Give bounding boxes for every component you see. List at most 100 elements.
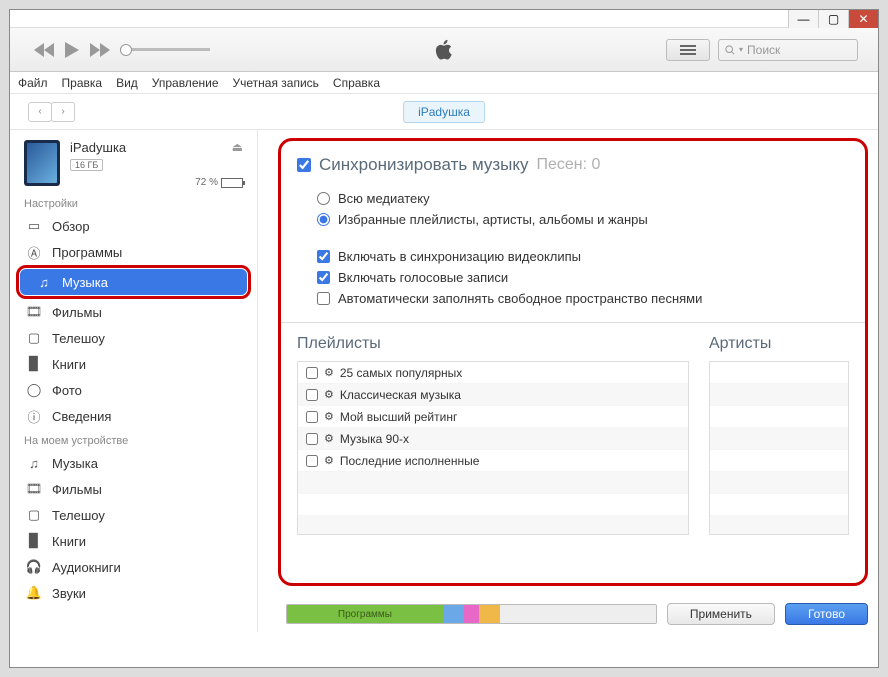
ondevice-books[interactable]: ▉Книги (10, 528, 257, 554)
sync-music-checkbox[interactable] (297, 158, 311, 172)
menu-account[interactable]: Учетная запись (233, 76, 319, 90)
chk-autofill-label: Автоматически заполнять свободное простр… (338, 291, 702, 306)
list-row-empty (710, 472, 848, 494)
playlist-item[interactable]: ⚙Музыка 90-х (298, 428, 688, 450)
playlist-checkbox[interactable] (306, 433, 318, 445)
tv-icon: ▢ (26, 507, 42, 523)
playlists-heading: Плейлисты (297, 335, 689, 353)
list-row-empty (710, 494, 848, 516)
ondevice-tv[interactable]: ▢Телешоу (10, 502, 257, 528)
capacity-segment (464, 605, 480, 623)
apple-logo-icon (434, 38, 454, 62)
capacity-segment (443, 605, 464, 623)
list-row-empty (710, 384, 848, 406)
apply-button[interactable]: Применить (667, 603, 775, 625)
playlist-item[interactable]: ⚙Последние исполненные (298, 450, 688, 472)
sidebar-item-photos[interactable]: ◯Фото (10, 377, 257, 403)
device-capacity: 16 ГБ (70, 159, 103, 171)
radio-all-library[interactable] (317, 192, 330, 205)
list-row-empty (710, 516, 848, 535)
list-row-empty (710, 406, 848, 428)
device-thumbnail-icon (24, 140, 60, 186)
sidebar-item-books[interactable]: ▉Книги (10, 351, 257, 377)
ondevice-music[interactable]: ♫Музыка (10, 450, 257, 476)
ondevice-movies[interactable]: 🎞Фильмы (10, 476, 257, 502)
chk-include-voice[interactable] (317, 271, 330, 284)
capacity-bar[interactable]: Программы (286, 604, 657, 624)
play-button[interactable] (58, 36, 86, 64)
sidebar-item-music[interactable]: ♫Музыка (20, 269, 247, 295)
nav-row: ‹ › iPadушка (10, 94, 878, 130)
sync-header: Синхронизировать музыку Песен: 0 (297, 155, 849, 175)
playlist-checkbox[interactable] (306, 389, 318, 401)
chevron-down-icon: ▾ (739, 45, 743, 54)
footer-bar: Программы Применить Готово (286, 601, 868, 627)
sidebar: iPadушка 16 ГБ ⏏ 72 % Настройки ▭Обзор Ⓐ… (10, 130, 258, 632)
radio-all-label: Всю медиатеку (338, 191, 430, 206)
photos-icon: ◯ (26, 382, 42, 398)
info-icon: ⓘ (26, 408, 42, 424)
chk-include-videos[interactable] (317, 250, 330, 263)
sidebar-item-movies[interactable]: 🎞Фильмы (10, 299, 257, 325)
music-icon: ♫ (36, 274, 52, 290)
playlist-item[interactable]: ⚙Мой высший рейтинг (298, 406, 688, 428)
menu-edit[interactable]: Правка (62, 76, 103, 90)
menubar: Файл Правка Вид Управление Учетная запис… (10, 72, 878, 94)
sidebar-item-tv[interactable]: ▢Телешоу (10, 325, 257, 351)
music-icon: ♫ (26, 455, 42, 471)
list-icon (680, 49, 696, 51)
movies-icon: 🎞 (26, 481, 42, 497)
list-row-empty (710, 450, 848, 472)
playlist-item[interactable]: ⚙25 самых популярных (298, 362, 688, 384)
section-settings: Настройки (10, 192, 257, 213)
radio-selected[interactable] (317, 213, 330, 226)
list-row-empty (710, 362, 848, 384)
chk-autofill[interactable] (317, 292, 330, 305)
menu-view[interactable]: Вид (116, 76, 138, 90)
section-ondevice: На моем устройстве (10, 429, 257, 450)
playlist-checkbox[interactable] (306, 411, 318, 423)
menu-file[interactable]: Файл (18, 76, 48, 90)
capacity-segment (479, 605, 500, 623)
ondevice-sounds[interactable]: 🔔Звуки (10, 580, 257, 606)
playlist-checkbox[interactable] (306, 455, 318, 467)
menu-controls[interactable]: Управление (152, 76, 219, 90)
chk-videos-label: Включать в синхронизацию видеоклипы (338, 249, 581, 264)
search-input[interactable]: ▾ Поиск (718, 39, 858, 61)
volume-slider[interactable] (120, 48, 210, 51)
sidebar-item-overview[interactable]: ▭Обзор (10, 213, 257, 239)
gear-icon: ⚙ (324, 454, 334, 467)
apps-icon: Ⓐ (26, 244, 42, 260)
divider (281, 322, 865, 323)
books-icon: ▉ (26, 356, 42, 372)
sidebar-item-info[interactable]: ⓘСведения (10, 403, 257, 429)
ondevice-audiobooks[interactable]: 🎧Аудиокниги (10, 554, 257, 580)
forward-button[interactable]: › (51, 102, 75, 122)
done-button[interactable]: Готово (785, 603, 868, 625)
artists-list (709, 361, 849, 535)
list-row-empty (710, 428, 848, 450)
close-button[interactable]: ✕ (848, 10, 878, 28)
device-header: iPadушка 16 ГБ ⏏ 72 % (10, 130, 257, 192)
back-button[interactable]: ‹ (28, 102, 52, 122)
main-body: iPadушка 16 ГБ ⏏ 72 % Настройки ▭Обзор Ⓐ… (10, 130, 878, 632)
maximize-button[interactable]: ▢ (818, 10, 848, 28)
list-row-empty (298, 516, 688, 535)
menu-help[interactable]: Справка (333, 76, 380, 90)
search-placeholder: Поиск (747, 43, 780, 57)
eject-button[interactable]: ⏏ (232, 140, 243, 154)
previous-button[interactable] (30, 36, 58, 64)
view-mode-button[interactable] (666, 39, 710, 61)
gear-icon: ⚙ (324, 388, 334, 401)
sync-panel: Синхронизировать музыку Песен: 0 Всю мед… (278, 138, 868, 586)
next-button[interactable] (86, 36, 114, 64)
playlist-item[interactable]: ⚙Классическая музыка (298, 384, 688, 406)
minimize-button[interactable]: — (788, 10, 818, 28)
artists-heading: Артисты (709, 335, 849, 353)
gear-icon: ⚙ (324, 410, 334, 423)
gear-icon: ⚙ (324, 366, 334, 379)
device-battery: 72 % (195, 177, 243, 188)
playlist-checkbox[interactable] (306, 367, 318, 379)
sidebar-item-apps[interactable]: ⒶПрограммы (10, 239, 257, 265)
device-pill[interactable]: iPadушка (403, 101, 485, 123)
